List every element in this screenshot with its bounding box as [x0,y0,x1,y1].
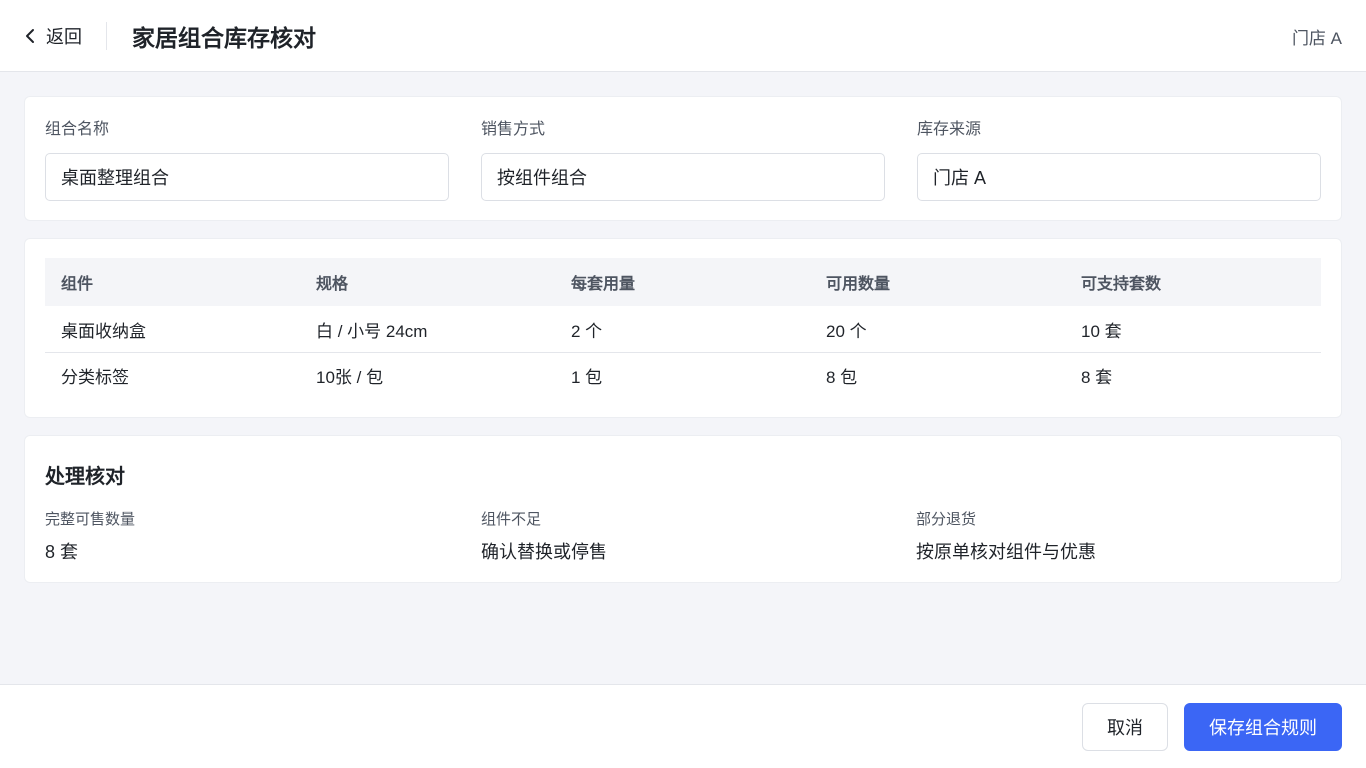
table-row: 桌面收纳盒 白 / 小号 24cm 2 个 20 个 10 套 [45,306,1321,352]
table-header: 组件 规格 每套用量 可用数量 可支持套数 [45,258,1321,306]
partial-return-stat: 部分退货 按原单核对组件与优惠 [916,510,1096,564]
components-table: 组件 规格 每套用量 可用数量 可支持套数 桌面收纳盒 白 / 小号 24cm … [45,258,1321,398]
cancel-button[interactable]: 取消 [1082,703,1168,751]
store-label: 门店 A [1291,29,1342,48]
stat-value: 8 套 [45,542,79,562]
column-header-sets: 可支持套数 [1081,276,1162,293]
cell-sets: 10 套 [1081,321,1122,341]
chevron-left-icon [24,27,36,45]
stat-label: 部分退货 [916,511,977,528]
component-shortage-stat: 组件不足 确认替换或停售 [481,510,607,564]
cell-spec: 10张 / 包 [316,368,384,387]
cell-component: 分类标签 [61,368,129,387]
back-label: 返回 [46,26,82,47]
components-card: 组件 规格 每套用量 可用数量 可支持套数 桌面收纳盒 白 / 小号 24cm … [24,238,1342,418]
cell-component: 桌面收纳盒 [61,321,146,341]
stat-label: 组件不足 [481,511,542,528]
sales-mode-field: 销售方式 按组件组合 [481,119,885,201]
section-title: 处理核对 [45,466,125,488]
top-bar: 返回 家居组合库存核对 门店 A [0,0,1366,72]
cell-spec: 白 / 小号 24cm [316,321,428,341]
page-title: 家居组合库存核对 [132,24,316,51]
combo-name-input[interactable]: 桌面整理组合 [45,153,449,201]
cell-usage: 1 包 [571,368,603,387]
stock-source-input[interactable]: 门店 A [917,153,1321,201]
combo-info-card: 组合名称 桌面整理组合 销售方式 按组件组合 库存来源 门店 A [24,96,1342,221]
column-header-usage: 每套用量 [571,276,636,293]
process-check-card: 处理核对 完整可售数量 8 套 组件不足 确认替换或停售 部分退货 按原单核对组… [24,435,1342,583]
stat-value: 确认替换或停售 [481,542,607,562]
combo-name-label: 组合名称 [45,121,110,138]
cell-available: 8 包 [826,368,858,387]
stat-label: 完整可售数量 [45,511,136,528]
column-header-spec: 规格 [316,276,349,293]
stock-source-label: 库存来源 [917,121,982,138]
header-divider [106,21,107,50]
footer-bar: 取消 保存组合规则 [0,684,1366,768]
cell-available: 20 个 [826,321,867,341]
stock-source-field: 库存来源 门店 A [917,119,1321,201]
sellable-quantity-stat: 完整可售数量 8 套 [45,510,135,564]
column-header-component: 组件 [61,276,94,293]
save-rule-button[interactable]: 保存组合规则 [1184,703,1342,751]
back-button[interactable]: 返回 [24,20,82,52]
sales-mode-input[interactable]: 按组件组合 [481,153,885,201]
cell-usage: 2 个 [571,321,603,341]
cell-sets: 8 套 [1081,368,1113,387]
column-header-available: 可用数量 [826,276,891,293]
stat-value: 按原单核对组件与优惠 [916,542,1096,562]
combo-name-field: 组合名称 桌面整理组合 [45,119,449,201]
table-row: 分类标签 10张 / 包 1 包 8 包 8 套 [45,352,1321,398]
sales-mode-label: 销售方式 [481,121,546,138]
